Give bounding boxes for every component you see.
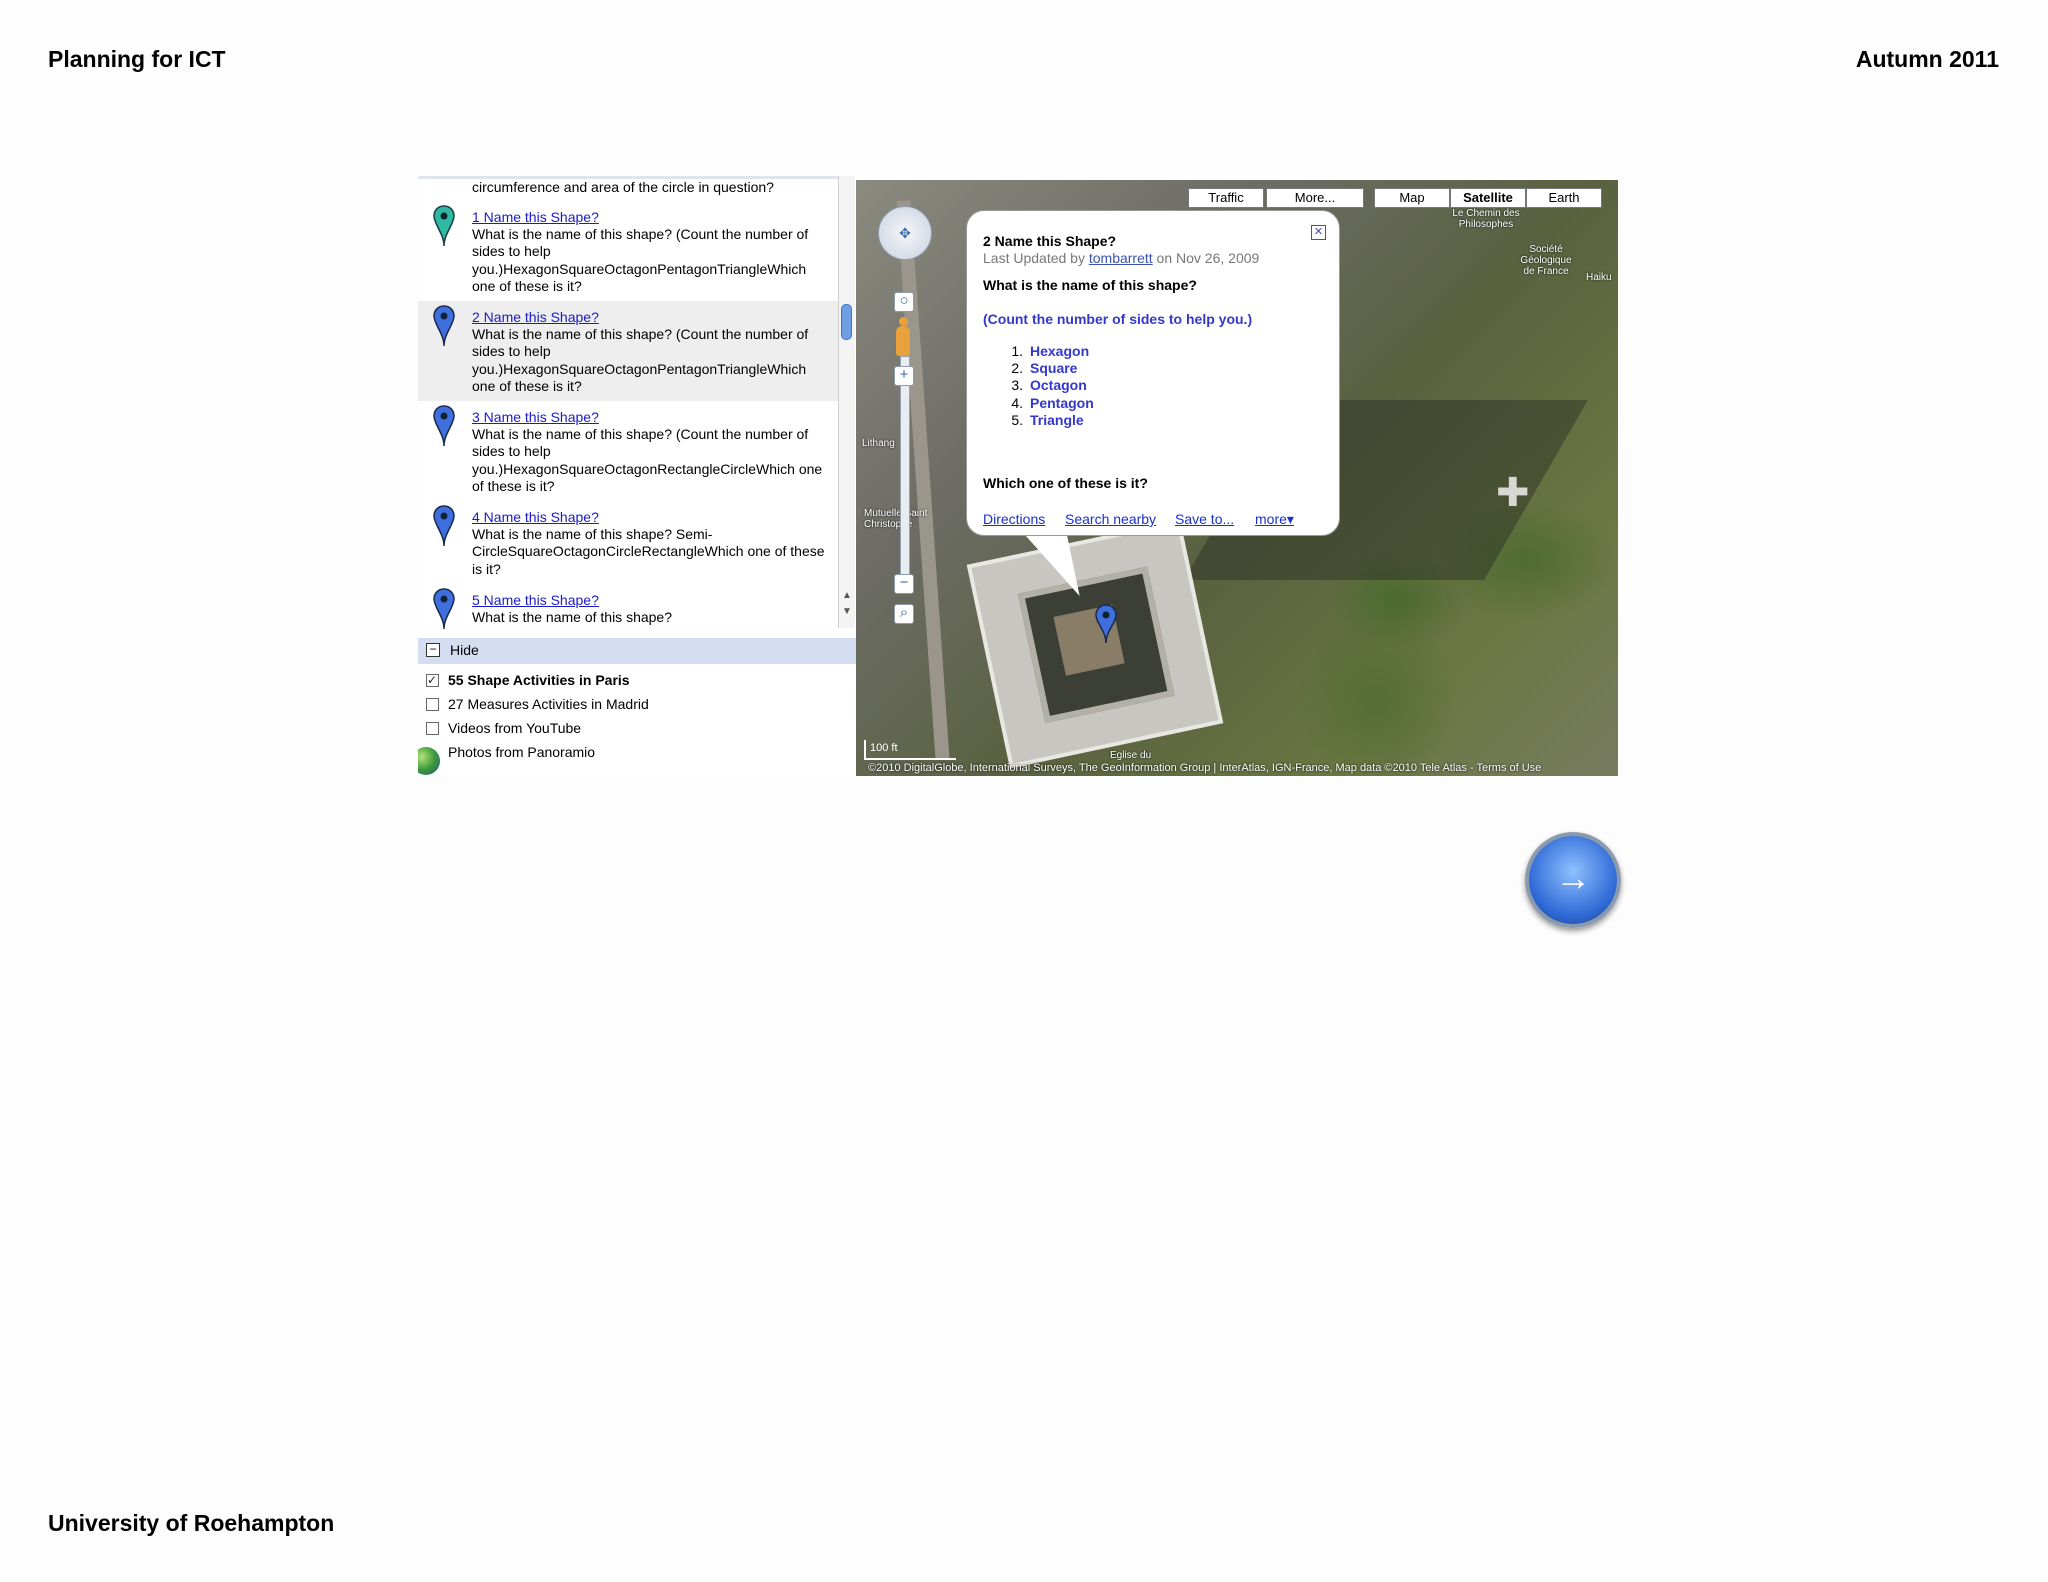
hide-label[interactable]: Hide (450, 642, 479, 658)
info-window: ✕ 2 Name this Shape? Last Updated by tom… (966, 210, 1340, 536)
layer-label: 55 Shape Activities in Paris (448, 672, 630, 688)
infowindow-title: 2 Name this Shape? (983, 233, 1117, 249)
placemark-pin-icon[interactable] (432, 588, 456, 630)
shape-option: 2. Square (1011, 360, 1078, 377)
shape-options-list: 1. Hexagon 2. Square 3. Octagon 4. Pentagon … (983, 343, 1094, 429)
building-inner (1017, 566, 1175, 724)
scale-label: 100 ft (870, 742, 898, 754)
traffic-button[interactable]: Traffic (1188, 188, 1264, 208)
map-type-satellite-button[interactable]: Satellite (1450, 188, 1526, 208)
results-panel: circumference and area of the circle in … (418, 176, 856, 776)
layer-label: 27 Measures Activities in Madrid (448, 696, 649, 712)
result-description: What is the name of this shape? (Count t… (472, 426, 823, 494)
result-title-link[interactable]: 3 Name this Shape? (472, 409, 599, 425)
map-building (966, 519, 1224, 769)
infowindow-prompt: Which one of these is it? (983, 475, 1148, 491)
result-item[interactable]: 3 Name this Shape? What is the name of t… (418, 401, 838, 501)
updated-suffix: on Nov 26, 2009 (1152, 250, 1260, 266)
result-description: What is the name of this shape? (Count t… (472, 326, 809, 394)
map-label: Haiku (1586, 272, 1612, 283)
layer-label: Photos from Panoramio (448, 744, 596, 760)
result-description: What is the name of this shape? Semi-Cir… (472, 526, 825, 577)
layer-checkbox[interactable] (426, 698, 439, 711)
shape-option-label: Pentagon (1030, 394, 1094, 411)
results-list[interactable]: circumference and area of the circle in … (418, 176, 838, 631)
infowindow-hint: (Count the number of sides to help you.) (983, 311, 1253, 327)
author-link[interactable]: tombarrett (1089, 250, 1153, 266)
shape-option: 4. Pentagon (1011, 394, 1094, 411)
zoom-box-icon[interactable]: ⌕ (894, 604, 914, 624)
map-label: Le Chemin des Philosophes (1452, 208, 1520, 230)
shape-option: 1. Hexagon (1011, 343, 1090, 359)
result-title-link[interactable]: 5 Name this Shape? (472, 592, 599, 608)
placemark-pin-icon[interactable] (432, 405, 456, 447)
close-icon[interactable]: ✕ (1311, 225, 1326, 240)
layer-checkbox[interactable] (426, 722, 439, 735)
results-scrollbar[interactable]: ▲ ▼ (838, 176, 855, 628)
map-placemark-icon[interactable] (1094, 604, 1118, 644)
updated-prefix: Last Updated by (983, 250, 1089, 266)
placemark-pin-icon[interactable] (432, 305, 456, 347)
shape-option-label: Square (1030, 360, 1078, 377)
placemark-pin-icon[interactable] (432, 205, 456, 247)
map-type-earth-button[interactable]: Earth (1526, 188, 1602, 208)
more-link[interactable]: more▾ (1255, 511, 1294, 528)
street-view-circle-icon[interactable]: ○ (894, 292, 914, 312)
more-button[interactable]: More... (1266, 188, 1364, 208)
shape-option: 5. Triangle (1011, 411, 1084, 428)
shape-option: 3. Octagon (1011, 377, 1087, 394)
map-attribution: ©2010 DigitalGlobe, International Survey… (868, 762, 1542, 774)
shape-option-label: Triangle (1030, 411, 1084, 428)
map-label: Eglise du (1110, 750, 1152, 761)
result-title-link[interactable]: 4 Name this Shape? (472, 509, 599, 525)
map-label: Lithang (862, 438, 895, 449)
result-title-link[interactable]: 1 Name this Shape? (472, 209, 599, 225)
shape-option-label: Hexagon (1030, 343, 1090, 359)
scroll-down-arrow-icon[interactable]: ▼ (842, 606, 852, 617)
map-cross-mark: ✚ (1496, 471, 1530, 515)
infowindow-question: What is the name of this shape? (983, 277, 1197, 293)
map-label: Société Géologique de France (1520, 244, 1572, 277)
layer-checkbox[interactable]: ✓ (426, 674, 439, 687)
document-header-title: Planning for ICT (48, 46, 226, 72)
pan-control-icon[interactable]: ✥ (878, 206, 932, 260)
scroll-thumb[interactable] (841, 304, 852, 340)
placemark-pin-icon[interactable] (432, 505, 456, 547)
scroll-up-arrow-icon[interactable]: ▲ (842, 590, 852, 601)
infowindow-updated: Last Updated by tombarrett on Nov 26, 20… (983, 250, 1259, 266)
result-item[interactable]: 1 Name this Shape? What is the name of t… (418, 201, 838, 301)
directions-link[interactable]: Directions (983, 511, 1045, 527)
result-item-selected[interactable]: 2 Name this Shape? What is the name of t… (418, 301, 838, 401)
collapse-icon[interactable]: − (426, 643, 440, 657)
arrow-right-icon: → (1555, 857, 1591, 898)
result-description: What is the name of this shape? (Count t… (472, 226, 809, 294)
result-item[interactable]: 5 Name this Shape? What is the name of t… (418, 584, 838, 631)
globe-icon (418, 747, 440, 775)
layer-label: Videos from YouTube (448, 720, 582, 736)
zoom-out-icon[interactable]: − (894, 574, 914, 594)
result-title-link[interactable]: 2 Name this Shape? (472, 309, 599, 325)
save-to-link[interactable]: Save to... (1175, 511, 1234, 527)
pegman-icon[interactable] (896, 317, 910, 356)
result-description: What is the name of this shape? (472, 609, 672, 625)
maps-screenshot: circumference and area of the circle in … (418, 176, 1618, 776)
zoom-slider[interactable] (900, 356, 910, 592)
layers-hide-bar[interactable]: − Hide (418, 638, 856, 664)
map-type-map-button[interactable]: Map (1374, 188, 1450, 208)
cut-off-description: circumference and area of the circle in … (472, 179, 774, 195)
document-footer: University of Roehampton (48, 1510, 335, 1536)
satellite-map[interactable]: ✚ Le Chemin des Philosophes Société Géol… (856, 180, 1618, 776)
zoom-in-icon[interactable]: + (894, 366, 914, 386)
search-nearby-link[interactable]: Search nearby (1065, 511, 1156, 527)
document-header-date: Autumn 2011 (1855, 46, 1999, 72)
shape-option-label: Octagon (1030, 377, 1087, 394)
next-arrow-button[interactable]: → (1525, 832, 1621, 928)
